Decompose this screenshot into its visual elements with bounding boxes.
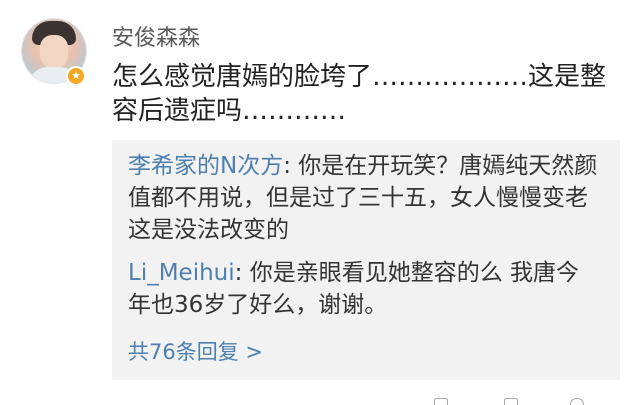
reply-author[interactable]: 李希家的N次方 — [128, 153, 283, 179]
comment-username[interactable]: 安俊森森 — [112, 20, 200, 52]
reply-item: 李希家的N次方: 你是在开玩笑？唐嫣纯天然颜值都不用说，但是过了三十五，女人慢慢… — [128, 150, 598, 246]
reply-author[interactable]: Li_Meihui — [128, 260, 235, 286]
comment-text: 怎么感觉唐嫣的脸垮了………………这是整容后遗症吗………… — [112, 62, 607, 126]
avatar-face — [40, 35, 68, 69]
comment-icon[interactable] — [504, 398, 518, 405]
more-replies-link[interactable]: 共76条回复 > — [128, 336, 263, 366]
like-icon[interactable] — [570, 398, 584, 405]
reply-separator: : — [234, 260, 250, 286]
verified-badge-icon: ★ — [66, 66, 86, 86]
action-bar — [332, 396, 632, 405]
comment-item: ★ 安俊森森 怎么感觉唐嫣的脸垮了………………这是整容后遗症吗………… 李希家的… — [0, 0, 640, 405]
share-icon[interactable] — [434, 398, 448, 405]
reply-box[interactable]: 李希家的N次方: 你是在开玩笑？唐嫣纯天然颜值都不用说，但是过了三十五，女人慢慢… — [112, 140, 620, 380]
reply-separator: : — [283, 153, 299, 179]
reply-item: Li_Meihui: 你是亲眼看见她整容的么 我唐今年也36岁了好么，谢谢。 — [128, 257, 598, 321]
